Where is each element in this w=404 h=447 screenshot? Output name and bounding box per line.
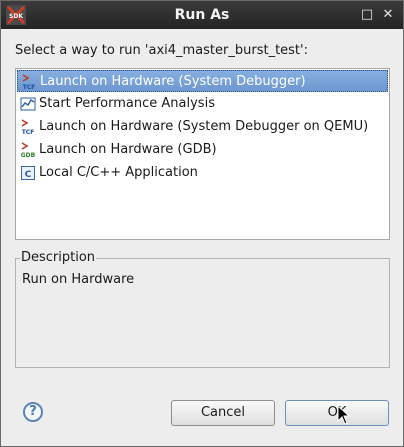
launch-options-list[interactable]: TCF Launch on Hardware (System Debugger)… (15, 68, 390, 240)
list-item[interactable]: C Local C/C++ Application (17, 162, 388, 184)
list-item-label: Launch on Hardware (GDB) (39, 142, 217, 157)
list-item[interactable]: TCF Launch on Hardware (System Debugger … (17, 116, 388, 138)
prompt-label: Select a way to run 'axi4_master_burst_t… (15, 43, 308, 58)
svg-text:TCF: TCF (23, 84, 36, 90)
title-bar[interactable]: SDK Run As □ ✕ (1, 1, 403, 29)
list-item-label: Launch on Hardware (System Debugger) (40, 74, 306, 89)
list-item[interactable]: TCF Launch on Hardware (System Debugger) (17, 70, 388, 92)
run-as-dialog: SDK Run As □ ✕ Select a way to run 'axi4… (0, 0, 404, 447)
list-item-label: Launch on Hardware (System Debugger on Q… (39, 119, 369, 134)
list-item-label: Start Performance Analysis (39, 96, 215, 111)
tcf-launch-icon: TCF (22, 74, 36, 90)
gdb-launch-icon: GDB (21, 142, 36, 158)
list-item-label: Local C/C++ Application (39, 165, 198, 180)
svg-text:C: C (25, 170, 32, 180)
window-title: Run As (174, 7, 230, 23)
help-icon[interactable]: ? (23, 402, 43, 422)
svg-text:GDB: GDB (21, 152, 36, 158)
c-application-icon: C (21, 166, 35, 180)
performance-chart-icon (20, 97, 36, 111)
close-button[interactable]: ✕ (380, 7, 396, 23)
tcf-launch-icon: TCF (21, 119, 35, 135)
svg-text:TCF: TCF (22, 129, 35, 135)
cancel-button[interactable]: Cancel (171, 400, 275, 426)
list-item[interactable]: Start Performance Analysis (17, 93, 388, 115)
mouse-pointer-icon (337, 405, 351, 425)
description-label: Description (20, 250, 97, 265)
maximize-button[interactable]: □ (359, 7, 375, 23)
description-text: Run on Hardware (22, 272, 135, 287)
list-item[interactable]: GDB Launch on Hardware (GDB) (17, 139, 388, 161)
